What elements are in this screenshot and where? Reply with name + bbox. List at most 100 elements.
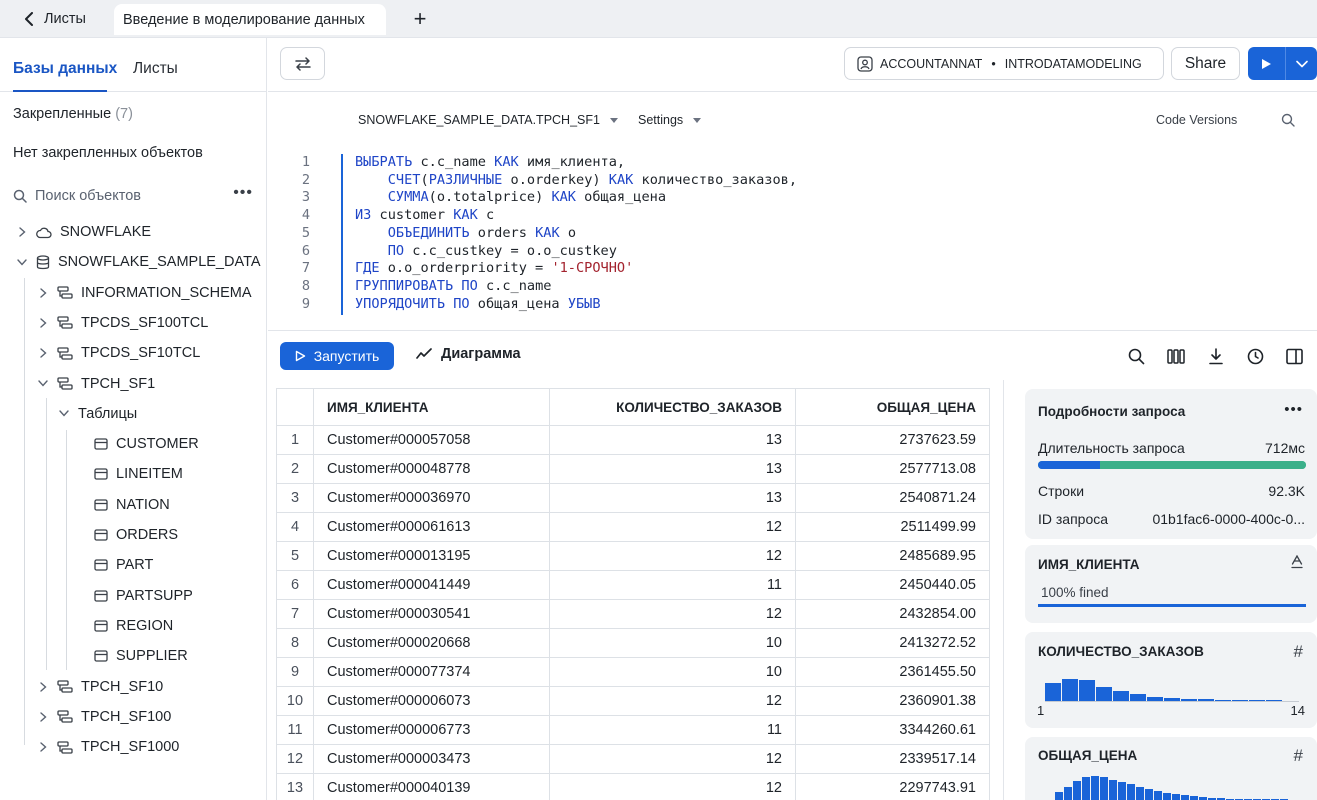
code-versions-button[interactable]: Code Versions <box>1156 113 1237 127</box>
customer-name-cell[interactable]: Customer#000030541 <box>313 599 550 629</box>
customer-name-cell[interactable]: Customer#000006773 <box>313 715 550 745</box>
tab-databases[interactable]: Базы данных <box>13 60 117 78</box>
tree-item[interactable]: TPCH_SF100 <box>37 705 171 729</box>
order-count-cell[interactable]: 12 <box>549 773 796 800</box>
tree-item[interactable]: SUPPLIER <box>94 644 188 668</box>
customer-name-cell[interactable]: Customer#000061613 <box>313 512 550 542</box>
column-header-customer-name[interactable]: ИМЯ_КЛИЕНТА <box>313 388 550 426</box>
tree-item[interactable]: TPCH_SF10 <box>37 675 163 699</box>
order-count-cell[interactable]: 12 <box>549 541 796 571</box>
tree-item[interactable]: TPCH_SF1000 <box>37 735 179 759</box>
customer-name-cell[interactable]: Customer#000040139 <box>313 773 550 800</box>
tree-item[interactable]: PART <box>94 553 153 577</box>
database-selector[interactable]: SNOWFLAKE_SAMPLE_DATA.TPCH_SF1 <box>358 113 618 127</box>
tab-worksheet-active[interactable]: Введение в моделирование данных <box>114 4 386 35</box>
chevron-right-icon[interactable] <box>37 742 49 752</box>
total-price-cell[interactable]: 2450440.05 <box>795 570 990 600</box>
order-count-cell[interactable]: 13 <box>549 483 796 513</box>
total-price-cell[interactable]: 2339517.14 <box>795 744 990 774</box>
column-header-order-count[interactable]: КОЛИЧЕСТВО_ЗАКАЗОВ <box>549 388 796 426</box>
tree-item[interactable]: INFORMATION_SCHEMA <box>37 281 252 305</box>
table-row[interactable]: 1 Customer#000057058 13 2737623.59 <box>276 425 990 455</box>
back-to-worksheets-tab[interactable]: Листы <box>10 4 100 34</box>
search-results-button[interactable] <box>1126 346 1146 366</box>
customer-name-cell[interactable]: Customer#000048778 <box>313 454 550 484</box>
customer-name-cell[interactable]: Customer#000041449 <box>313 570 550 600</box>
total-price-cell[interactable]: 2297743.91 <box>795 773 990 800</box>
table-row[interactable]: 11 Customer#000006773 11 3344260.61 <box>276 715 990 745</box>
tree-item[interactable]: SNOWFLAKE <box>16 220 151 244</box>
tree-item[interactable]: Таблицы <box>58 402 137 426</box>
table-row[interactable]: 2 Customer#000048778 13 2577713.08 <box>276 454 990 484</box>
columns-button[interactable] <box>1166 346 1186 366</box>
tab-worksheets[interactable]: Листы <box>133 60 178 78</box>
chevron-right-icon[interactable] <box>16 227 28 237</box>
run-button[interactable]: Запустить <box>280 342 394 370</box>
customer-name-cell[interactable]: Customer#000020668 <box>313 628 550 658</box>
table-row[interactable]: 9 Customer#000077374 10 2361455.50 <box>276 657 990 687</box>
table-row[interactable]: 3 Customer#000036970 13 2540871.24 <box>276 483 990 513</box>
total-price-cell[interactable]: 2511499.99 <box>795 512 990 542</box>
tree-item[interactable]: TPCH_SF1 <box>37 372 155 396</box>
column-stats-card-name[interactable]: ИМЯ_КЛИЕНТА 100% fined <box>1025 545 1317 623</box>
order-count-cell[interactable]: 12 <box>549 599 796 629</box>
order-count-cell[interactable]: 10 <box>549 628 796 658</box>
more-options-icon[interactable]: ••• <box>233 184 253 202</box>
order-count-cell[interactable]: 12 <box>549 744 796 774</box>
tree-item[interactable]: CUSTOMER <box>94 432 199 456</box>
tree-item[interactable]: PARTSUPP <box>94 584 193 608</box>
total-price-cell[interactable]: 2737623.59 <box>795 425 990 455</box>
tree-item[interactable]: TPCDS_SF10TCL <box>37 341 200 365</box>
table-row[interactable]: 6 Customer#000041449 11 2450440.05 <box>276 570 990 600</box>
order-count-cell[interactable]: 12 <box>549 512 796 542</box>
chevron-down-icon[interactable] <box>58 410 70 417</box>
column-stats-card-price[interactable]: ОБЩАЯ_ЦЕНА # <box>1025 737 1317 800</box>
table-row[interactable]: 4 Customer#000061613 12 2511499.99 <box>276 512 990 542</box>
total-price-cell[interactable]: 3344260.61 <box>795 715 990 745</box>
total-price-cell[interactable]: 2432854.00 <box>795 599 990 629</box>
tree-item[interactable]: SNOWFLAKE_SAMPLE_DATA <box>16 250 261 274</box>
share-button[interactable]: Share <box>1171 47 1240 80</box>
run-options-dropdown[interactable] <box>1286 47 1317 80</box>
search-input[interactable]: Поиск объектов <box>35 188 141 204</box>
customer-name-cell[interactable]: Customer#000006073 <box>313 686 550 716</box>
column-header-total-price[interactable]: ОБЩАЯ_ЦЕНА <box>795 388 990 426</box>
chevron-down-icon[interactable] <box>37 380 49 387</box>
total-price-cell[interactable]: 2485689.95 <box>795 541 990 571</box>
table-row[interactable]: 10 Customer#000006073 12 2360901.38 <box>276 686 990 716</box>
more-options-icon[interactable]: ••• <box>1284 401 1303 418</box>
total-price-cell[interactable]: 2540871.24 <box>795 483 990 513</box>
order-count-cell[interactable]: 12 <box>549 686 796 716</box>
chevron-down-icon[interactable] <box>16 259 28 266</box>
column-stats-card-count[interactable]: КОЛИЧЕСТВО_ЗАКАЗОВ # 1 14 <box>1025 632 1317 728</box>
settings-dropdown[interactable]: Settings <box>638 113 702 127</box>
tree-item[interactable]: REGION <box>94 614 173 638</box>
total-price-cell[interactable]: 2361455.50 <box>795 657 990 687</box>
pinned-section-header[interactable]: Закрепленные (7) <box>13 106 133 122</box>
tree-item[interactable]: NATION <box>94 493 170 517</box>
total-price-cell[interactable]: 2413272.52 <box>795 628 990 658</box>
tree-item[interactable]: TPCDS_SF100TCL <box>37 311 208 335</box>
toggle-details-panel-button[interactable] <box>1284 346 1304 366</box>
download-button[interactable] <box>1206 346 1226 366</box>
order-count-cell[interactable]: 13 <box>549 454 796 484</box>
customer-name-cell[interactable]: Customer#000057058 <box>313 425 550 455</box>
chart-button[interactable]: Диаграмма <box>416 346 521 362</box>
total-price-cell[interactable]: 2577713.08 <box>795 454 990 484</box>
chevron-right-icon[interactable] <box>37 681 49 692</box>
context-selector[interactable]: ACCOUNTANNAT • INTRODATAMODELING <box>844 47 1164 80</box>
run-query-button[interactable] <box>1248 47 1286 80</box>
chevron-right-icon[interactable] <box>37 348 49 358</box>
table-row[interactable]: 13 Customer#000040139 12 2297743.91 <box>276 773 990 800</box>
order-count-cell[interactable]: 10 <box>549 657 796 687</box>
chevron-right-icon[interactable] <box>37 287 49 298</box>
order-count-cell[interactable]: 11 <box>549 715 796 745</box>
order-count-cell[interactable]: 13 <box>549 425 796 455</box>
chevron-right-icon[interactable] <box>37 712 49 722</box>
total-price-cell[interactable]: 2360901.38 <box>795 686 990 716</box>
customer-name-cell[interactable]: Customer#000036970 <box>313 483 550 513</box>
tree-item[interactable]: ORDERS <box>94 523 178 547</box>
object-search[interactable]: Поиск объектов ••• <box>13 184 253 206</box>
table-row[interactable]: 8 Customer#000020668 10 2413272.52 <box>276 628 990 658</box>
query-id-value[interactable]: 01b1fac6-0000-400c-0... <box>1152 511 1305 527</box>
